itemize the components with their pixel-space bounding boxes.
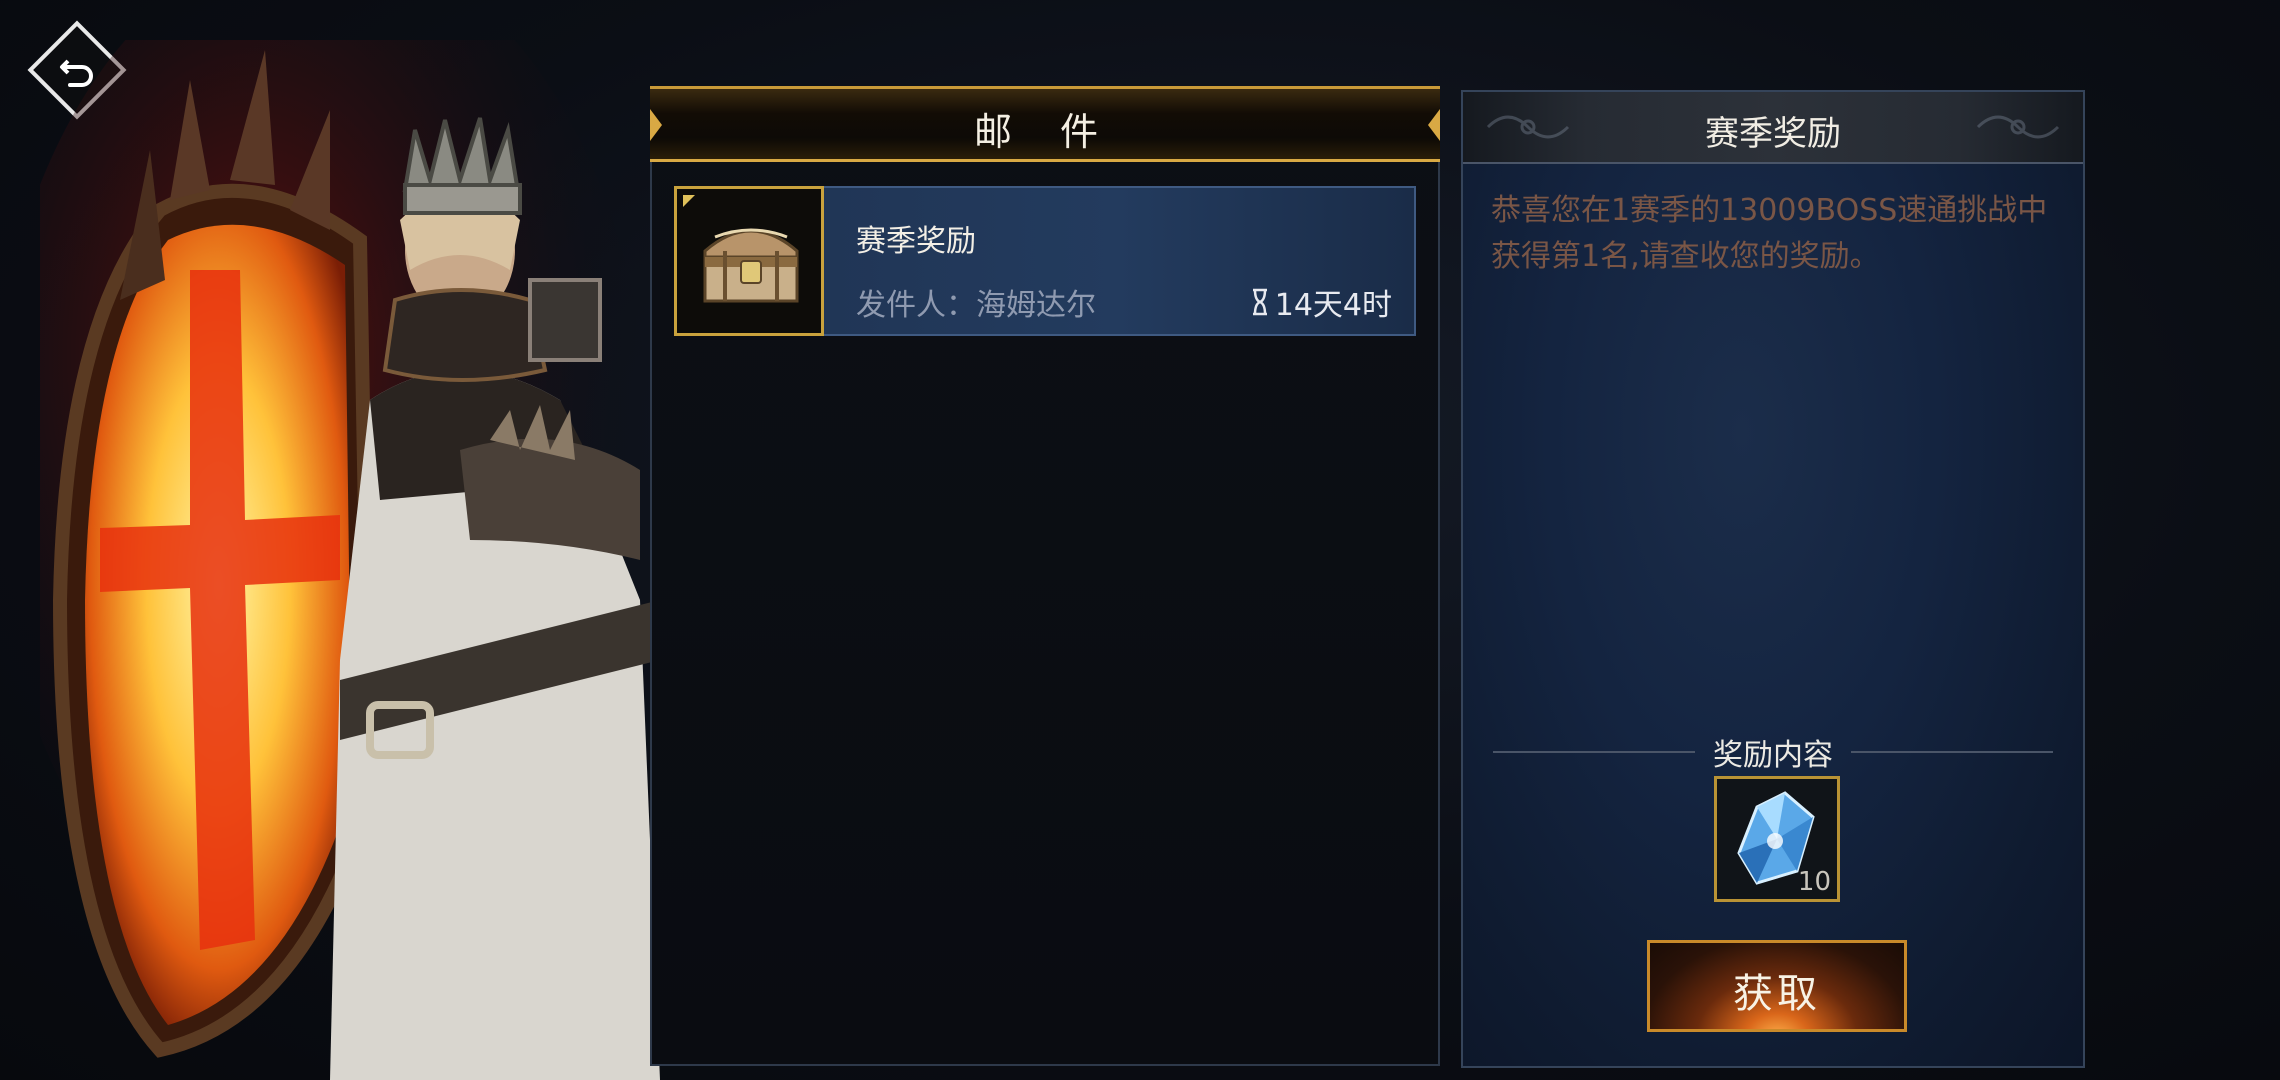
claim-button[interactable]: 获取 — [1647, 940, 1907, 1032]
treasure-chest-icon — [703, 228, 799, 303]
mail-sender: 发件人：海姆达尔 — [856, 288, 1096, 323]
hero-character-art — [40, 40, 660, 1080]
reward-title: 赛季奖励 — [1705, 114, 1841, 154]
mail-subject: 赛季奖励 — [856, 224, 976, 259]
mail-title: 邮 件 — [973, 110, 1117, 154]
reward-contents-label: 奖励内容 — [1713, 738, 1833, 773]
reward-item-slot[interactable]: 10 — [1714, 776, 1840, 902]
reward-header: 赛季奖励 — [1463, 92, 2083, 164]
reward-message: 恭喜您在1赛季的13009BOSS速通挑战中获得第1名,请查收您的奖励。 — [1491, 193, 2048, 274]
divider-line-left — [1493, 751, 1695, 753]
mail-list-item[interactable]: 赛季奖励 发件人：海姆达尔 14天4时 — [674, 186, 1416, 336]
mail-timer-text: 14天4时 — [1274, 288, 1392, 323]
mail-panel: 邮 件 赛季奖励 发件人：海姆达尔 14天4时 — [650, 86, 1440, 1066]
mail-thumbnail — [674, 186, 824, 336]
mail-header: 邮 件 — [650, 86, 1440, 162]
divider-line-right — [1851, 751, 2053, 753]
claim-button-label: 获取 — [1733, 971, 1821, 1017]
mail-expiry: 14天4时 — [1251, 280, 1392, 324]
reward-contents-divider: 奖励内容 — [1493, 732, 2053, 773]
reward-item-count: 10 — [1797, 867, 1831, 897]
hourglass-icon — [1252, 288, 1267, 316]
reward-panel: 赛季奖励 恭喜您在1赛季的13009BOSS速通挑战中获得第1名,请查收您的奖励… — [1461, 90, 2085, 1068]
unread-marker — [683, 195, 695, 207]
